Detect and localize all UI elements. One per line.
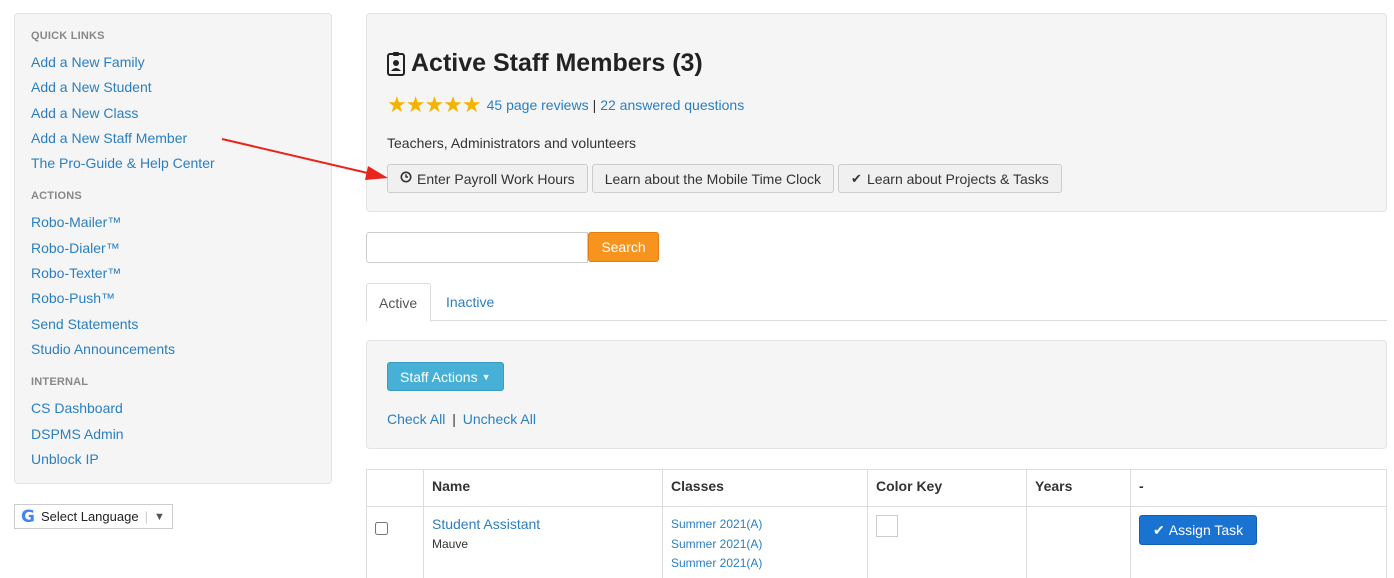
section-heading-quick-links: QUICK LINKS bbox=[31, 30, 105, 42]
link-cs-dashboard[interactable]: CS Dashboard bbox=[31, 396, 315, 421]
header-classes: Classes bbox=[662, 469, 868, 507]
link-robo-mailer[interactable]: Robo-Mailer™ bbox=[31, 210, 315, 235]
header-name[interactable]: Name bbox=[423, 469, 663, 507]
staff-color-label: Mauve bbox=[432, 537, 469, 551]
header-actions: - bbox=[1130, 469, 1387, 507]
enter-payroll-hours-label: Enter Payroll Work Hours bbox=[417, 170, 575, 187]
name-cell: Student Assistant Mauve bbox=[423, 506, 663, 578]
clock-icon bbox=[400, 171, 412, 186]
link-add-new-family[interactable]: Add a New Family bbox=[31, 50, 315, 75]
checkmark-icon: ✔ bbox=[1153, 521, 1165, 538]
title-row: Active Staff Members (3) bbox=[387, 49, 703, 78]
language-select-label: Select Language bbox=[40, 509, 139, 524]
link-pro-guide-help-center[interactable]: The Pro-Guide & Help Center bbox=[31, 151, 315, 176]
page-subtitle: Teachers, Administrators and volunteers bbox=[387, 135, 637, 151]
dropdown-caret-icon: ▼ bbox=[153, 510, 165, 523]
class-link[interactable]: Summer 2021(A) bbox=[671, 535, 859, 555]
projects-tasks-button[interactable]: ✔ Learn about Projects & Tasks bbox=[838, 164, 1062, 193]
rating-row: ★★★★★ 45 page reviews | 22 answered ques… bbox=[387, 94, 744, 116]
staff-table: Name Classes Color Key Years - Student A… bbox=[366, 469, 1387, 578]
sidebar-quick-links: QUICK LINKS Add a New Family Add a New S… bbox=[14, 13, 332, 484]
status-tabs: Active Inactive bbox=[366, 283, 1387, 322]
actions-cell: ✔ Assign Task bbox=[1130, 506, 1387, 578]
star-rating-icon: ★★★★★ bbox=[387, 92, 482, 117]
link-send-statements[interactable]: Send Statements bbox=[31, 312, 315, 337]
section-heading-actions: ACTIONS bbox=[31, 190, 82, 203]
language-select[interactable]: G Select Language | ▼ bbox=[14, 504, 173, 529]
header-button-row: Enter Payroll Work Hours Learn about the… bbox=[387, 164, 1062, 193]
google-icon: G bbox=[21, 506, 35, 527]
id-badge-icon bbox=[387, 51, 405, 76]
caret-down-icon: ▼ bbox=[481, 371, 491, 382]
table-row: Student Assistant Mauve Summer 2021(A) S… bbox=[366, 506, 1387, 578]
link-add-new-staff-member[interactable]: Add a New Staff Member bbox=[31, 126, 315, 151]
assign-task-label: Assign Task bbox=[1168, 522, 1244, 538]
class-link[interactable]: Summer 2021(A) bbox=[671, 515, 859, 535]
years-cell bbox=[1026, 506, 1131, 578]
color-key-cell bbox=[867, 506, 1027, 578]
row-select-cell bbox=[366, 506, 424, 578]
check-links: Check All | Uncheck All bbox=[387, 411, 536, 427]
rating-separator: | bbox=[592, 97, 597, 113]
link-robo-dialer[interactable]: Robo-Dialer™ bbox=[31, 236, 315, 261]
staff-name-link[interactable]: Student Assistant bbox=[432, 516, 654, 532]
row-checkbox[interactable] bbox=[375, 522, 388, 535]
page-title: Active Staff Members (3) bbox=[411, 49, 703, 77]
search-input[interactable] bbox=[366, 232, 588, 263]
projects-tasks-label: Learn about Projects & Tasks bbox=[866, 170, 1049, 187]
enter-payroll-hours-button[interactable]: Enter Payroll Work Hours bbox=[387, 164, 588, 193]
uncheck-all-link[interactable]: Uncheck All bbox=[463, 411, 536, 427]
staff-actions-panel: Staff Actions ▼ Check All | Uncheck All bbox=[366, 340, 1387, 449]
header-years: Years bbox=[1026, 469, 1131, 507]
header-color-key: Color Key bbox=[867, 469, 1027, 507]
header-select bbox=[366, 469, 424, 507]
tab-inactive[interactable]: Inactive bbox=[434, 283, 506, 321]
language-divider: | bbox=[144, 509, 148, 524]
table-header-row: Name Classes Color Key Years - bbox=[366, 469, 1387, 507]
mobile-time-clock-button[interactable]: Learn about the Mobile Time Clock bbox=[591, 164, 835, 193]
staff-actions-label: Staff Actions bbox=[400, 368, 478, 385]
mobile-time-clock-label: Learn about the Mobile Time Clock bbox=[604, 170, 822, 187]
tab-active[interactable]: Active bbox=[366, 283, 431, 322]
link-dspms-admin[interactable]: DSPMS Admin bbox=[31, 422, 315, 447]
link-robo-push[interactable]: Robo-Push™ bbox=[31, 286, 315, 311]
link-unblock-ip[interactable]: Unblock IP bbox=[31, 447, 315, 472]
class-link[interactable]: Summer 2021(A) bbox=[671, 554, 859, 574]
link-robo-texter[interactable]: Robo-Texter™ bbox=[31, 261, 315, 286]
search-button[interactable]: Search bbox=[588, 232, 659, 262]
staff-actions-dropdown-button[interactable]: Staff Actions ▼ bbox=[387, 362, 504, 391]
classes-cell: Summer 2021(A) Summer 2021(A) Summer 202… bbox=[662, 506, 868, 578]
answered-questions-link[interactable]: 22 answered questions bbox=[600, 97, 744, 113]
link-studio-announcements[interactable]: Studio Announcements bbox=[31, 337, 315, 362]
section-heading-internal: INTERNAL bbox=[31, 376, 89, 389]
check-links-separator: | bbox=[452, 411, 456, 427]
page-header-panel: Active Staff Members (3) ★★★★★ 45 page r… bbox=[366, 13, 1387, 212]
check-all-link[interactable]: Check All bbox=[387, 411, 445, 427]
page-reviews-link[interactable]: 45 page reviews bbox=[487, 97, 589, 113]
link-add-new-class[interactable]: Add a New Class bbox=[31, 101, 315, 126]
color-swatch bbox=[876, 515, 898, 537]
link-add-new-student[interactable]: Add a New Student bbox=[31, 75, 315, 100]
checkmark-icon: ✔ bbox=[851, 170, 862, 186]
assign-task-button[interactable]: ✔ Assign Task bbox=[1139, 515, 1258, 545]
